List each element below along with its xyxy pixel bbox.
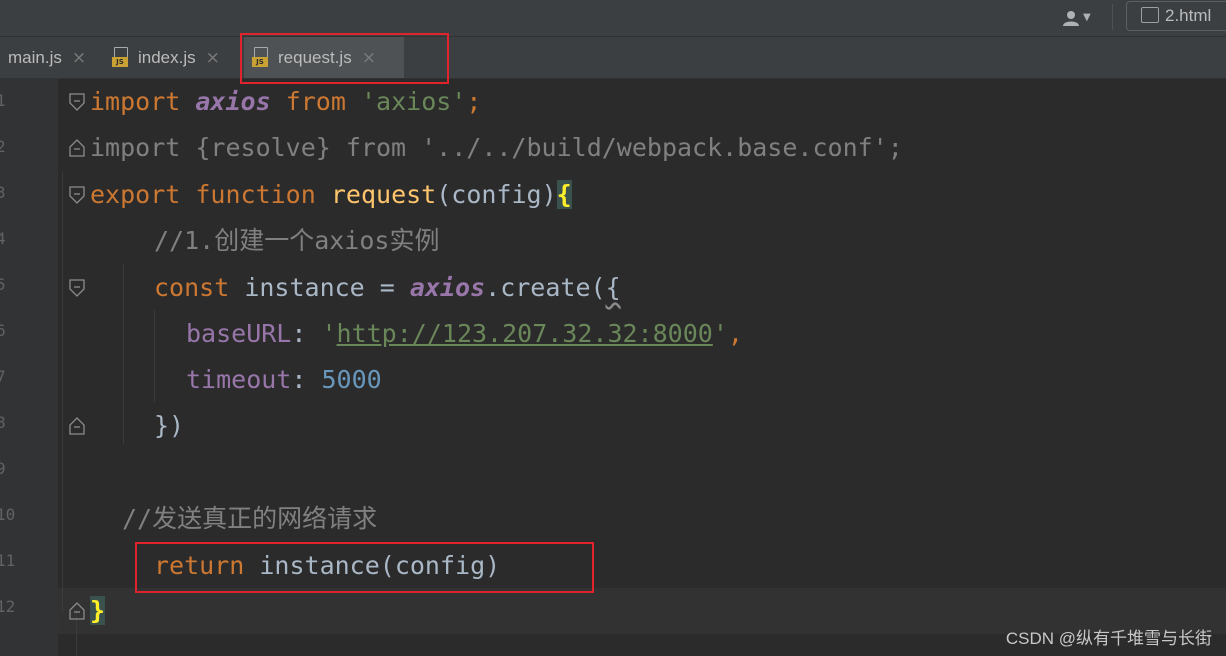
line-number: 1 xyxy=(0,91,6,110)
fold-start-icon[interactable] xyxy=(69,186,85,204)
code-line-8[interactable]: }) xyxy=(154,403,184,449)
line-number: 11 xyxy=(0,551,16,570)
line-number: 9 xyxy=(0,459,6,478)
indent-guide xyxy=(123,264,124,444)
code-line-6[interactable]: baseURL: 'http://123.207.32.32:8000', xyxy=(186,311,743,357)
watermark: CSDN @纵有千堆雪与长街 xyxy=(1005,629,1212,648)
line-number: 5 xyxy=(0,275,6,294)
line-number: 2 xyxy=(0,137,6,156)
highlight-box-tab xyxy=(240,33,449,84)
chevron-down-icon: ▼ xyxy=(1083,11,1091,23)
toolbar-separator xyxy=(1112,4,1113,30)
run-config-label: 2.html xyxy=(1165,6,1212,25)
line-number: 3 xyxy=(0,183,6,202)
tab-label: index.js xyxy=(138,48,196,67)
close-icon[interactable]: × xyxy=(72,48,86,68)
highlight-box-return xyxy=(135,542,594,593)
fold-end-icon[interactable] xyxy=(69,139,85,157)
line-number: 10 xyxy=(0,505,16,524)
line-number-gutter: 1 2 3 4 5 6 7 8 9 10 11 12 xyxy=(0,79,58,656)
code-line-1[interactable]: import axios from 'axios'; xyxy=(90,79,481,125)
html-config-icon xyxy=(1141,6,1159,23)
code-line-7[interactable]: timeout: 5000 xyxy=(186,357,382,403)
line-number: 6 xyxy=(0,321,6,340)
top-toolbar: ▼ 2.html xyxy=(0,0,1226,37)
fold-start-icon[interactable] xyxy=(69,93,85,111)
line-number: 12 xyxy=(0,597,16,616)
js-file-icon: JS xyxy=(112,46,130,67)
code-line-3[interactable]: export function request(config){ xyxy=(90,172,572,218)
run-configuration-selector[interactable]: 2.html xyxy=(1126,1,1226,31)
code-line-2[interactable]: import {resolve} from '../../build/webpa… xyxy=(90,125,903,171)
tab-main-js[interactable]: main.js × xyxy=(8,37,86,78)
code-line-10[interactable]: //发送真正的网络请求 xyxy=(122,496,377,542)
line-number: 4 xyxy=(0,229,6,248)
fold-end-icon[interactable] xyxy=(69,602,85,620)
code-line-12[interactable]: } xyxy=(90,588,106,634)
indent-guide xyxy=(154,310,155,402)
tab-index-js[interactable]: JS index.js × xyxy=(112,37,220,78)
code-line-4[interactable]: //1.创建一个axios实例 xyxy=(154,218,439,264)
editor-tab-bar: main.js × JS index.js × JS request.js × xyxy=(0,37,1226,79)
line-number: 7 xyxy=(0,367,6,386)
user-icon[interactable]: ▼ xyxy=(1062,6,1102,28)
close-icon[interactable]: × xyxy=(206,48,220,68)
code-line-5[interactable]: const instance = axios.create({ xyxy=(154,265,621,311)
indent-guide xyxy=(62,172,63,612)
fold-end-icon[interactable] xyxy=(69,417,85,435)
tab-label: main.js xyxy=(8,48,62,67)
fold-start-icon[interactable] xyxy=(69,279,85,297)
line-number: 8 xyxy=(0,413,6,432)
